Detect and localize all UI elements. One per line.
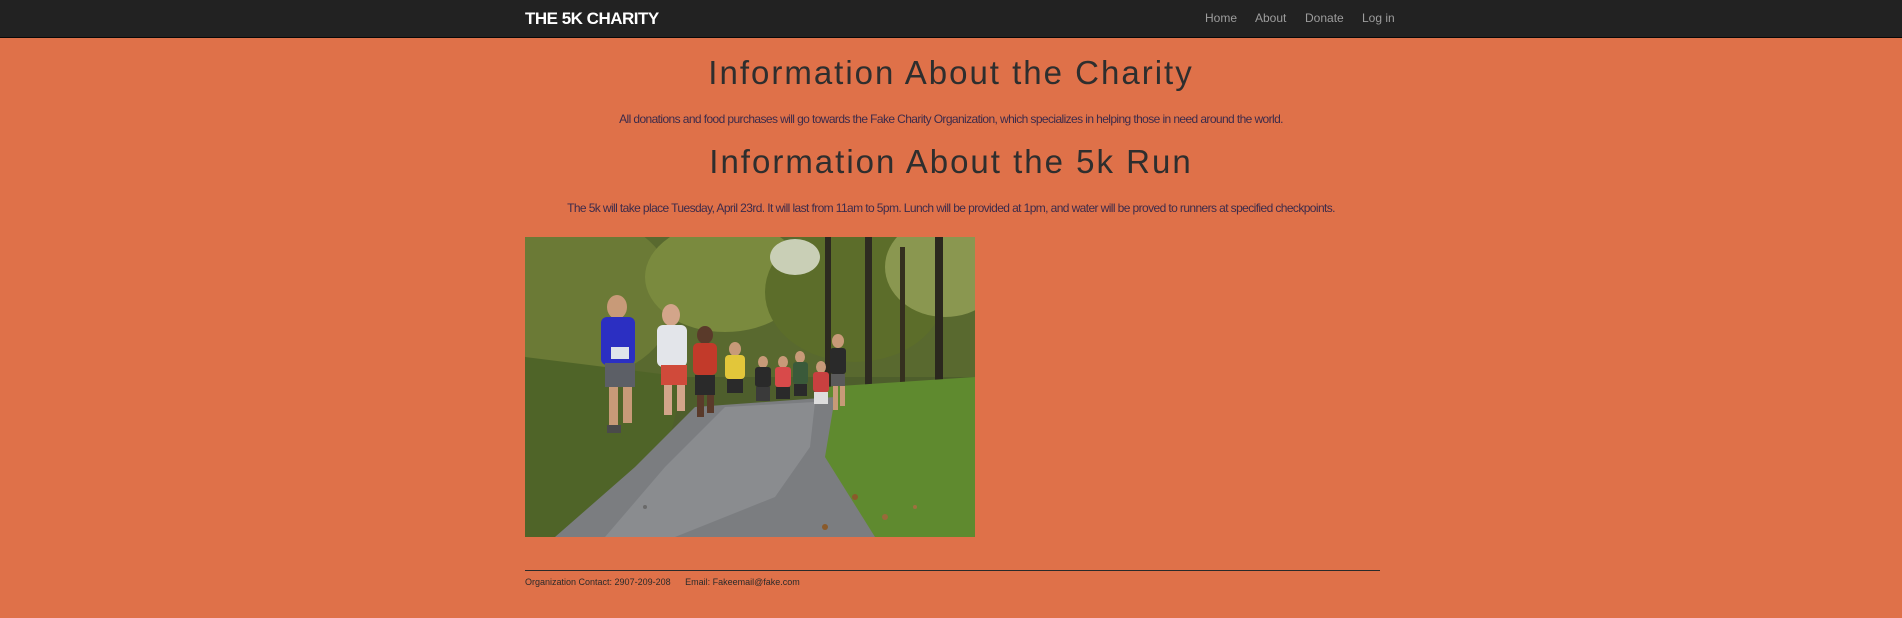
footer-contact: Organization Contact: 2907-209-208 (525, 577, 671, 587)
run-description: The 5k will take place Tuesday, April 23… (567, 201, 1335, 215)
brand-link[interactable]: THE 5K CHARITY (525, 9, 659, 29)
footer: Organization Contact: 2907-209-208 Email… (525, 577, 812, 587)
nav-home-link[interactable]: Home (1205, 11, 1237, 25)
charity-description: All donations and food purchases will go… (619, 112, 1283, 126)
footer-divider (525, 570, 1380, 571)
footer-email: Email: Fakeemail@fake.com (685, 577, 800, 587)
run-heading: Information About the 5k Run (709, 143, 1193, 180)
charity-heading: Information About the Charity (708, 54, 1194, 91)
runners-photo (525, 237, 975, 537)
nav-about-link[interactable]: About (1255, 11, 1286, 25)
nav-login-link[interactable]: Log in (1362, 11, 1395, 25)
top-navbar: THE 5K CHARITY Home About Donate Log in (0, 0, 1902, 38)
nav-donate-link[interactable]: Donate (1305, 11, 1344, 25)
